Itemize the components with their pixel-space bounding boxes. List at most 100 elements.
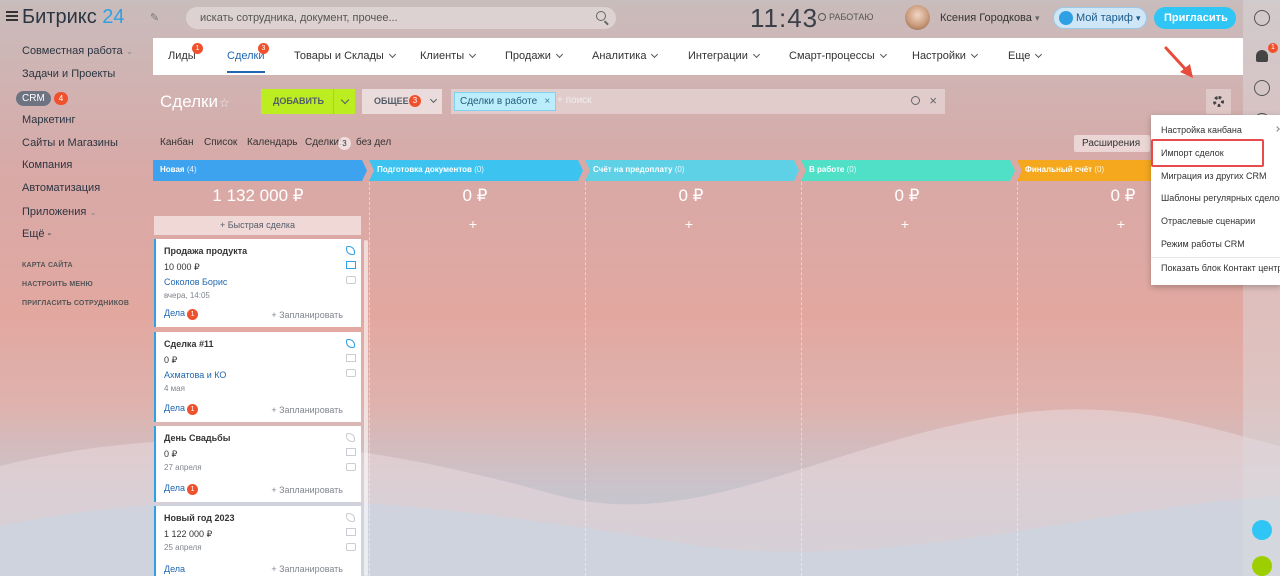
view-list[interactable]: Список [204, 137, 237, 148]
deal-card[interactable]: День Свадьбы 0 ₽ 27 апреля Дела 1 + Запла… [154, 426, 361, 502]
sidebar-item-more[interactable]: Ещё - [22, 228, 51, 240]
menu-icon[interactable] [6, 11, 18, 21]
user-name[interactable]: Ксения Городкова ▾ [940, 12, 1040, 24]
chevron-down-icon [879, 50, 887, 59]
tab-clients[interactable]: Клиенты [420, 50, 477, 62]
deal-tasks[interactable]: Дела [164, 564, 185, 574]
phone-icon[interactable] [346, 513, 355, 522]
plan-activity[interactable]: + Запланировать [271, 310, 343, 320]
deal-tasks[interactable]: Дела 1 [164, 308, 199, 320]
deal-client[interactable]: Ахматова и КО [164, 370, 226, 380]
column-header-prepay[interactable]: Счёт на предоплату (0) [586, 160, 685, 180]
deal-card[interactable]: Продажа продукта 10 000 ₽ Соколов Борис … [154, 239, 361, 327]
deal-title[interactable]: Сделка #11 [164, 339, 213, 349]
chat-icon[interactable] [346, 369, 356, 377]
view-kanban[interactable]: Канбан [160, 137, 194, 148]
column-header-docs[interactable]: Подготовка документов (0) [370, 160, 484, 180]
invite-button[interactable]: Пригласить ▾ [1154, 7, 1236, 45]
tab-sales[interactable]: Продажи [505, 50, 563, 62]
menu-item-migration[interactable]: Миграция из других CRM [1161, 171, 1267, 181]
help-icon[interactable] [1254, 10, 1270, 26]
column-header-final[interactable]: Финальный счёт (0) [1018, 160, 1104, 180]
menu-item-recurring-templates[interactable]: Шаблоны регулярных сделок [1161, 193, 1280, 203]
add-deal-plus-icon[interactable]: + [895, 216, 915, 232]
search-icon[interactable] [596, 11, 606, 21]
edit-icon[interactable]: ✎ [150, 11, 159, 24]
deal-card[interactable]: Сделка #11 0 ₽ Ахматова и КО 4 мая Дела 1… [154, 332, 361, 422]
sidebar-item-collab[interactable]: Совместная работа ⌄ [22, 45, 133, 57]
phone-icon[interactable] [1252, 556, 1272, 576]
sidebar-item-automation[interactable]: Автоматизация [22, 182, 100, 194]
chat-icon[interactable] [346, 276, 356, 284]
mail-icon[interactable] [346, 261, 356, 269]
column-header-new[interactable]: Новая (4) [153, 160, 197, 180]
extensions-button[interactable]: Расширения [1074, 135, 1150, 152]
tab-settings[interactable]: Настройки [912, 50, 978, 62]
phone-icon[interactable] [346, 246, 355, 255]
mail-icon[interactable] [346, 354, 356, 362]
filter-chip[interactable]: Сделки в работе × [454, 92, 557, 111]
deal-card[interactable]: Новый год 2023 1 122 000 ₽ 25 апреля Дел… [154, 506, 361, 576]
add-deal-plus-icon[interactable]: + [1111, 216, 1131, 232]
mail-icon[interactable] [346, 448, 356, 456]
mail-icon[interactable] [346, 528, 356, 536]
kanban-settings-button[interactable] [1206, 89, 1231, 114]
logo[interactable]: Битрикс 24 [22, 6, 125, 29]
column-scrollbar[interactable] [364, 240, 368, 576]
filter-search-field[interactable]: Сделки в работе × + поиск × [451, 89, 945, 114]
deal-tasks[interactable]: Дела 1 [164, 483, 199, 495]
tab-leads[interactable]: Лиды [168, 50, 196, 62]
deal-title[interactable]: День Свадьбы [164, 433, 230, 443]
menu-item-contact-center[interactable]: Показать блок Контакт центра [1161, 263, 1280, 273]
menu-item-industry-scenarios[interactable]: Отраслевые сценарии [1161, 216, 1255, 226]
add-deal-plus-icon[interactable]: + [679, 216, 699, 232]
add-deal-plus-icon[interactable]: + [463, 216, 483, 232]
deal-client[interactable]: Соколов Борис [164, 277, 227, 287]
view-calendar[interactable]: Календарь [247, 137, 297, 148]
configure-menu-link[interactable]: НАСТРОИТЬ МЕНЮ [22, 281, 93, 288]
tab-analytics[interactable]: Аналитика [592, 50, 659, 62]
no-tasks-filter[interactable]: без дел [356, 137, 391, 148]
chevron-down-icon[interactable] [333, 89, 355, 114]
bell-icon[interactable] [1256, 50, 1268, 62]
star-icon[interactable]: ☆ [219, 96, 230, 110]
column-header-in-work[interactable]: В работе (0) [802, 160, 856, 180]
sidebar-item-marketing[interactable]: Маркетинг [22, 114, 75, 126]
deals-counter-badge[interactable]: 3 [338, 137, 351, 150]
exit-icon[interactable] [1252, 520, 1272, 540]
search-icon[interactable] [911, 96, 920, 105]
tab-integrations[interactable]: Интеграции [688, 50, 760, 62]
work-status[interactable]: РАБОТАЮ [818, 12, 874, 22]
chat-icon[interactable] [346, 463, 356, 471]
tab-smart-processes[interactable]: Смарт-процессы [789, 50, 887, 62]
sidebar-item-sites[interactable]: Сайты и Магазины [22, 137, 118, 149]
invite-employees-link[interactable]: ПРИГЛАСИТЬ СОТРУДНИКОВ [22, 300, 129, 307]
global-search-input[interactable]: искать сотрудника, документ, прочее... [186, 7, 616, 29]
deal-tasks[interactable]: Дела 1 [164, 403, 199, 415]
chat-icon[interactable] [346, 543, 356, 551]
menu-item-kanban-settings[interactable]: Настройка канбана [1161, 125, 1242, 135]
tab-more[interactable]: Еще [1008, 50, 1043, 62]
search-icon[interactable] [1254, 80, 1270, 96]
deal-title[interactable]: Продажа продукта [164, 246, 247, 256]
phone-icon[interactable] [346, 339, 355, 348]
plan-activity[interactable]: + Запланировать [271, 485, 343, 495]
plan-activity[interactable]: + Запланировать [271, 405, 343, 415]
quick-deal-button[interactable]: + Быстрая сделка [154, 216, 361, 235]
menu-item-crm-mode[interactable]: Режим работы CRM [1161, 239, 1245, 249]
phone-icon[interactable] [346, 433, 355, 442]
sidebar-item-crm[interactable]: CRM [16, 91, 51, 106]
sidebar-item-tasks[interactable]: Задачи и Проекты [22, 68, 115, 80]
clear-icon[interactable]: × [929, 93, 937, 108]
add-button[interactable]: ДОБАВИТЬ [261, 89, 355, 114]
avatar[interactable] [905, 5, 930, 30]
sidebar-item-apps[interactable]: Приложения ⌄ [22, 206, 97, 218]
deal-title[interactable]: Новый год 2023 [164, 513, 235, 523]
tab-products[interactable]: Товары и Склады [294, 50, 396, 62]
plan-activity[interactable]: + Запланировать [271, 564, 343, 574]
filter-preset-button[interactable]: ОБЩЕЕ 3 [362, 89, 442, 114]
tariff-button[interactable]: Мой тариф ▾ [1053, 7, 1147, 29]
sitemap-link[interactable]: КАРТА САЙТА [22, 262, 73, 269]
close-icon[interactable]: × [544, 93, 550, 110]
sidebar-item-company[interactable]: Компания [22, 159, 72, 171]
